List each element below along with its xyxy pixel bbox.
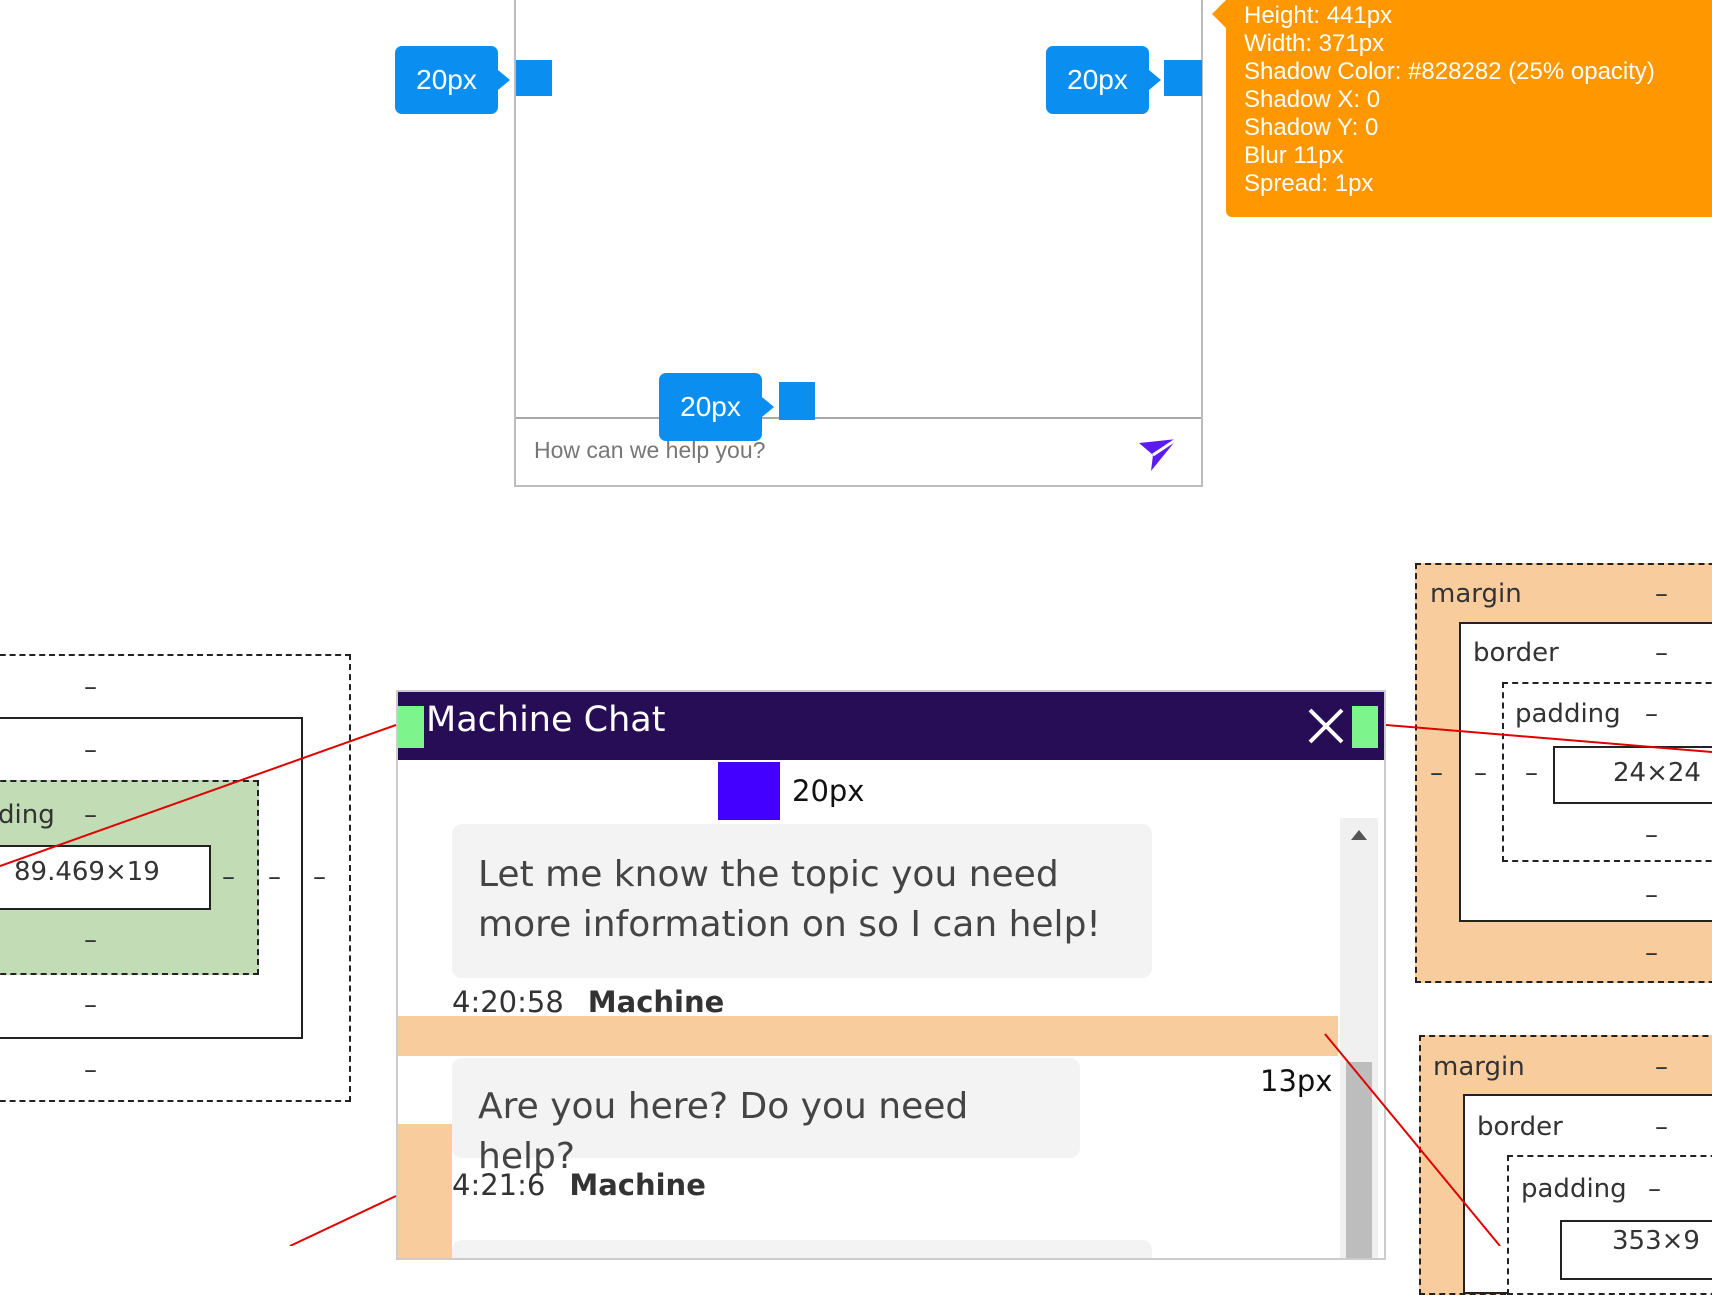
gap-label: 13px: [1260, 1064, 1333, 1098]
chat-window: Machine Chat 20px Let me know the topic …: [396, 690, 1386, 1260]
message-time: 4:21:6: [452, 1168, 546, 1202]
spacing-callout-bottom: 20px: [659, 373, 774, 441]
box-model-dash: –: [1655, 1052, 1668, 1082]
spec-shadow-y: Shadow Y: 0: [1244, 114, 1379, 141]
box-model-padding-label: ding: [0, 800, 55, 830]
box-model-content-size: 24×24: [1613, 758, 1701, 788]
box-model-dash: –: [1645, 880, 1658, 910]
spec-shadow-x: Shadow X: 0: [1244, 86, 1381, 113]
scroll-up-icon[interactable]: [1351, 828, 1367, 840]
box-model-dash: –: [268, 862, 281, 892]
annotation-line: [289, 1195, 397, 1246]
box-model-dash: –: [84, 672, 97, 702]
message-text: more information on so I can help!: [478, 904, 1101, 945]
box-model-dash: –: [84, 735, 97, 765]
spacing-marker-right: [1164, 60, 1202, 96]
message-side-margin: [398, 1124, 452, 1258]
box-model-padding-label: padding: [1521, 1174, 1627, 1204]
spacing-marker-left: [516, 60, 552, 96]
message-scrollbar[interactable]: [1340, 818, 1378, 1258]
box-model-dash: –: [84, 990, 97, 1020]
box-model-dash: –: [1525, 758, 1538, 788]
send-icon[interactable]: [1137, 435, 1179, 473]
box-model-margin-label: margin: [1430, 579, 1522, 609]
box-model-dash: –: [1430, 758, 1443, 788]
message-sender: Machine: [587, 985, 725, 1019]
spacing-marker: [718, 762, 780, 820]
message-meta: 4:20:58 Machine: [452, 985, 724, 1019]
spacing-marker-bottom: [779, 382, 815, 420]
spec-height: Height: 441px: [1244, 2, 1393, 29]
message-bubble: Are you here? Do you need help?: [452, 1058, 1080, 1177]
message-bubble: Let me know the topic you need more info…: [452, 824, 1152, 978]
box-model-margin-label: margin: [1433, 1052, 1525, 1082]
box-model-border-label: border: [1477, 1112, 1563, 1142]
title-margin-marker: [398, 706, 424, 748]
chat-title: Machine Chat: [426, 700, 666, 740]
close-icon[interactable]: [1306, 706, 1346, 746]
message-time: 4:20:58: [452, 985, 564, 1019]
box-model-dash: –: [1645, 938, 1658, 968]
box-model-content-size: 353×9: [1612, 1226, 1700, 1256]
spacing-callout-right: 20px: [1046, 46, 1161, 114]
message-margin-highlight: [398, 1016, 1338, 1056]
chat-input-row[interactable]: How can we help you?: [516, 417, 1201, 485]
box-model-dash: –: [84, 800, 97, 830]
spec-blur: Blur 11px: [1244, 142, 1344, 169]
box-model-padding-label: padding: [1515, 699, 1621, 729]
box-model-dash: –: [1655, 579, 1668, 609]
box-model-dash: –: [1655, 638, 1668, 668]
chat-header: Machine Chat: [398, 692, 1384, 760]
box-model-dash: –: [1645, 699, 1658, 729]
spec-shadow-color: Shadow Color: #828282 (25% opacity): [1244, 58, 1655, 85]
spec-width: Width: 371px: [1244, 30, 1385, 57]
box-model-dash: –: [222, 862, 235, 892]
close-margin-marker: [1352, 706, 1378, 748]
spacing-callout-left: 20px: [395, 46, 510, 114]
box-model-dash: –: [1655, 1112, 1668, 1142]
message-text: Let me know the topic you need: [478, 854, 1059, 895]
box-model-dash: –: [84, 1055, 97, 1085]
box-model-content-size: 89.469×19: [14, 857, 160, 887]
scrollbar-thumb[interactable]: [1346, 1062, 1372, 1258]
message-sender: Machine: [569, 1168, 706, 1202]
message-meta: 4:21:6 Machine: [452, 1168, 706, 1202]
message-text: Are you here? Do you need help?: [478, 1086, 969, 1177]
shadow-spec-tooltip: Height: 441px Width: 371px Shadow Color:…: [1212, 0, 1712, 217]
spec-spread: Spread: 1px: [1244, 170, 1374, 197]
box-model-dash: –: [313, 862, 326, 892]
message-bubble-partial: [452, 1240, 1152, 1258]
box-model-dash: –: [1474, 758, 1487, 788]
box-model-dash: –: [84, 925, 97, 955]
box-model-dash: –: [1648, 1174, 1661, 1204]
spacing-label: 20px: [792, 774, 865, 808]
box-model-border-label: border: [1473, 638, 1559, 668]
chat-input-placeholder: How can we help you?: [534, 437, 766, 463]
box-model-dash: –: [1645, 820, 1658, 850]
